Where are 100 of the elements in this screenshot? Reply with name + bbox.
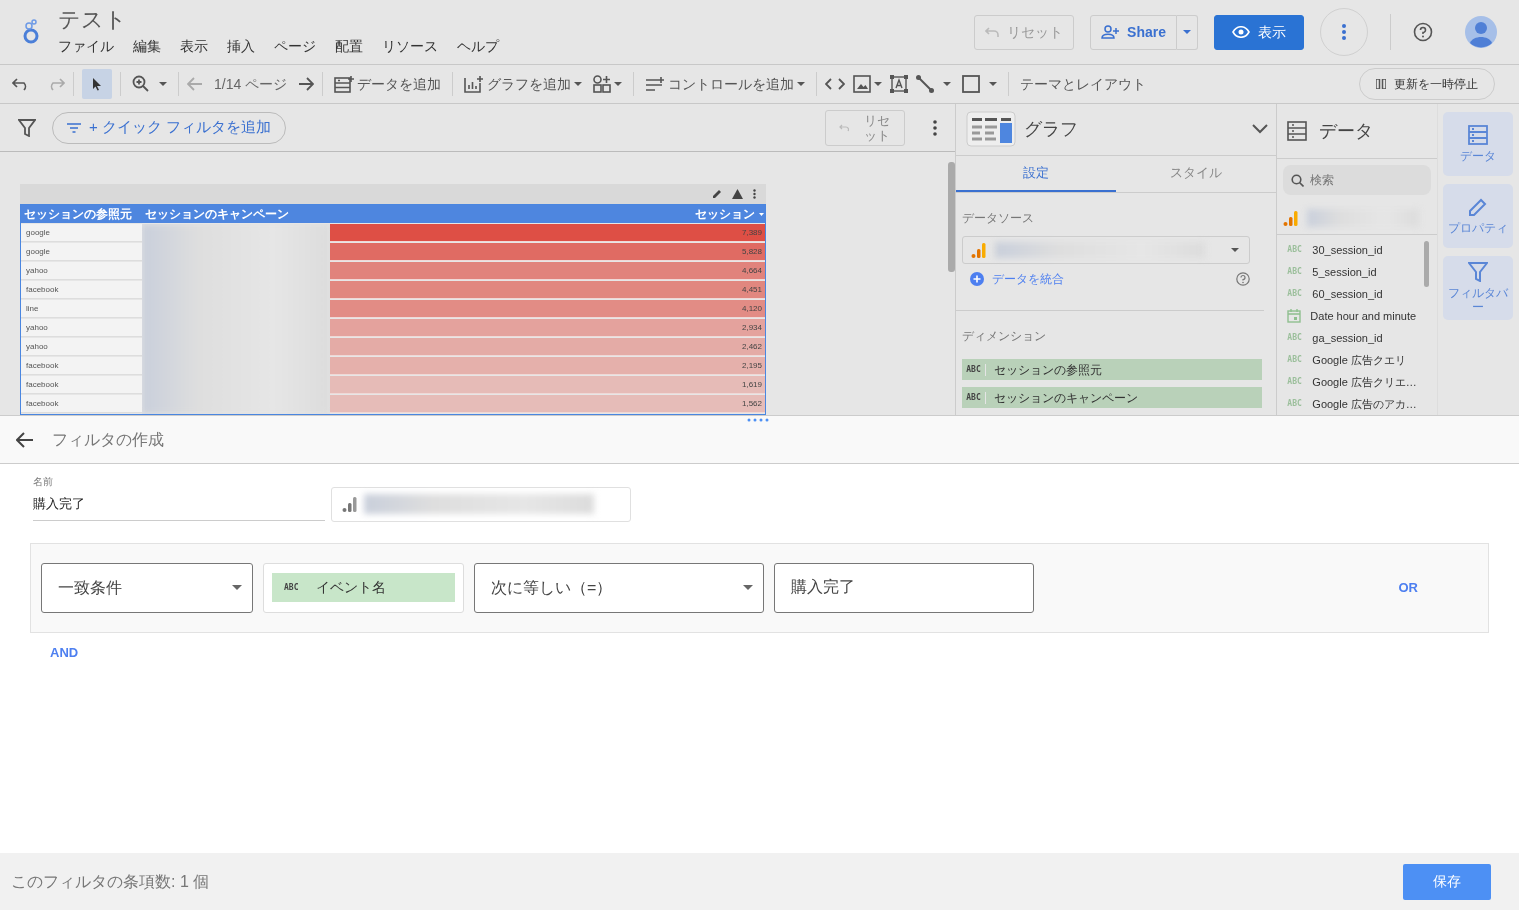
menu-item[interactable]: 編集 [133,36,161,57]
filter-icon [1468,262,1488,282]
field-label: 名前 [33,475,54,489]
caret-icon [574,82,583,86]
chart-add-icon [464,75,485,93]
share-button[interactable]: Share [1090,14,1177,50]
field-item[interactable]: ABC 5_session_id [1277,261,1437,283]
pencil-icon[interactable] [712,189,722,199]
table-cell: facebook [21,375,142,395]
calendar-icon [1287,309,1302,323]
column-header[interactable]: セッションのキャンペーン [142,205,330,223]
menu-item[interactable]: ファイル [58,36,114,57]
view-button[interactable]: 表示 [1214,14,1304,50]
search-icon [1291,173,1305,187]
type-label: ABC [1287,332,1303,344]
analytics-icon [1283,209,1300,226]
menu-item[interactable]: ページ [274,36,316,57]
menu-item[interactable]: 配置 [335,36,363,57]
menu-item[interactable]: 表示 [180,36,208,57]
name-field[interactable]: 名前 購入完了 [33,474,325,521]
code-icon[interactable] [825,78,846,90]
text-box-icon[interactable] [890,75,909,93]
data-table-icon [1287,121,1308,141]
type-label: ABC [1287,376,1303,388]
table-cell: 1,562 [330,394,765,414]
search-field[interactable]: 検索 [1310,171,1411,189]
table-cell: 2,934 [330,318,765,338]
operator-dropdown[interactable]: 次に等しい（=） [474,562,764,613]
table-cell: facebook [21,356,142,376]
or-button[interactable]: OR [1398,577,1418,598]
match-dropdown[interactable]: 一致条件 [41,562,253,613]
add-data-button[interactable]: データを追加 [331,70,445,98]
more-icon [1342,24,1346,40]
add-chart-button[interactable]: グラフを追加 [461,70,586,98]
table-cell: facebook [21,280,142,300]
square-icon [962,75,981,93]
back-arrow-icon[interactable] [16,431,34,448]
dimension-chip[interactable]: ABC セッションの参照元 [962,359,1263,380]
more-icon[interactable] [933,119,937,136]
pause-updates-button[interactable]: 更新を一時停止 [1359,68,1495,100]
clause-count: このフィルタの条項数: 1 個 [11,871,210,892]
scrollbar[interactable] [1424,241,1429,287]
menu-item[interactable]: 挿入 [227,36,255,57]
column-header[interactable]: セッションの参照元 [21,205,142,223]
filter-icon[interactable] [18,118,36,137]
undo-icon [839,123,849,132]
add-control-button[interactable]: コントロールを追加 [642,70,809,98]
more-icon[interactable] [753,189,756,199]
caret-icon [874,82,883,86]
bars-icon [342,496,358,512]
table-cell: 1,619 [330,375,765,395]
arrow-right-icon[interactable] [298,77,315,91]
caret-icon [797,82,806,86]
table-cell: google [21,223,142,243]
section-label: ディメンション [962,328,1047,345]
and-button[interactable]: AND [50,642,79,662]
chevron-down-icon[interactable] [1252,124,1269,135]
table-cell: yahoo [21,318,142,338]
field-item[interactable]: ABC 30_session_id [1277,239,1437,261]
field-item[interactable]: ABC Google 広告クリエ… [1277,371,1437,393]
field-item[interactable]: Date hour and minute [1277,305,1437,327]
tab[interactable]: 設定 [956,155,1117,192]
table-cell: 4,120 [330,299,765,319]
help-icon[interactable] [1413,22,1433,42]
warning-icon[interactable] [732,189,743,199]
type-label: ABC [1287,266,1303,278]
avatar-icon[interactable] [1465,16,1497,48]
menu-item[interactable]: ヘルプ [457,36,499,57]
type-label: ABC [962,363,986,376]
select-tool[interactable] [82,69,112,99]
report-title[interactable]: テスト [58,7,499,33]
theme-layout-button[interactable]: テーマとレイアウト [1017,70,1150,98]
field-item[interactable]: ABC Google 広告クエリ [1277,349,1437,371]
table-chart-icon[interactable] [966,111,1016,148]
help-icon[interactable] [1236,272,1251,286]
plus-circle-icon [970,272,984,286]
line-icon [916,75,935,93]
value-field[interactable]: 購入完了 [774,562,1034,613]
field-item[interactable]: ABC 60_session_id [1277,283,1437,305]
dimension-chip[interactable]: ABC セッションのキャンペーン [962,387,1263,408]
pause-icon [1376,79,1386,89]
eye-icon [1232,26,1250,38]
table-cell: 4,451 [330,280,765,300]
type-label: ABC [1287,398,1303,410]
page-indicator: 1/14 ページ [214,74,288,94]
search-box[interactable]: 検索 [1283,165,1431,195]
type-label: ABC [1287,244,1303,256]
table-cell: yahoo [21,261,142,281]
type-label: ABC [1287,288,1303,300]
scrollbar[interactable] [948,162,955,272]
table-cell: 2,462 [330,337,765,357]
field-chip[interactable]: ABC イベント名 [272,573,455,602]
table-cell: yahoo [21,337,142,357]
data-table-icon [1468,125,1488,145]
menu-item[interactable]: リソース [382,36,438,57]
field-item[interactable]: ABC ga_session_id [1277,327,1437,349]
field-item[interactable]: ABC Google 広告のアカ… [1277,393,1437,415]
pencil-icon [1468,197,1488,217]
undo-icon [985,27,1000,37]
column-header[interactable]: セッション [330,205,765,223]
